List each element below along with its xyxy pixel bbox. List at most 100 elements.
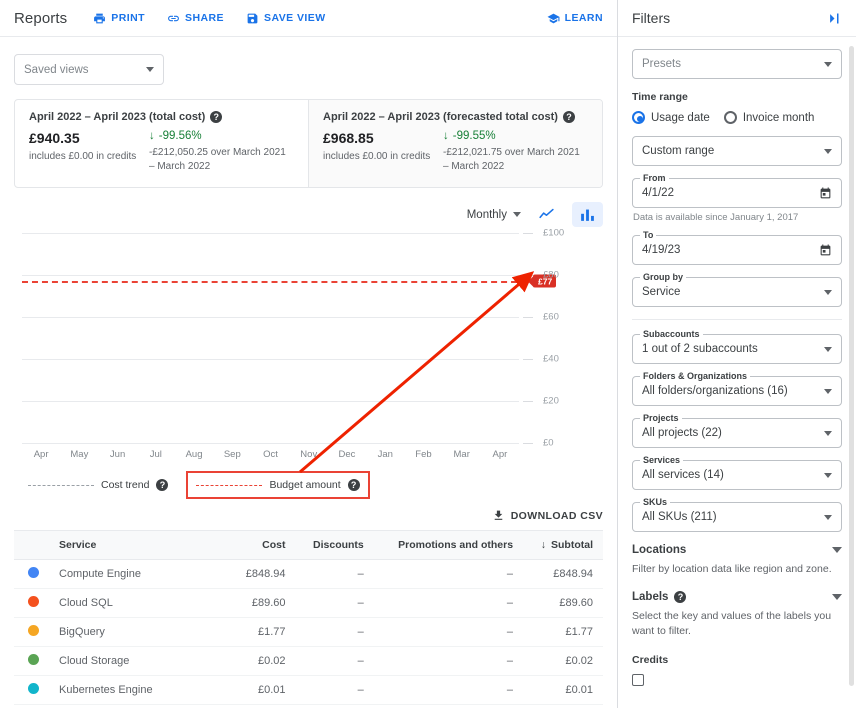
chart-y-tick-label: £100 — [543, 228, 564, 239]
chevron-down-icon — [824, 473, 832, 478]
saved-views-select[interactable]: Saved views — [14, 54, 164, 85]
chart-x-tick-label: Mar — [443, 445, 481, 465]
chart-plot-area: £77 £0£20£40£60£80£100 — [22, 233, 519, 443]
filters-title: Filters — [632, 10, 670, 26]
help-icon[interactable]: ? — [563, 111, 575, 123]
table-row[interactable]: Cloud Memorystore for Redis£0.01––£0.01 — [14, 705, 603, 708]
row-subtotal: £1.77 — [523, 618, 603, 647]
calendar-icon[interactable] — [819, 244, 832, 257]
from-date-value: 4/1/22 — [642, 187, 674, 199]
table-row[interactable]: BigQuery£1.77––£1.77 — [14, 618, 603, 647]
help-icon[interactable]: ? — [156, 479, 168, 491]
chevron-down-icon — [824, 62, 832, 67]
chart-x-tick-label: Dec — [328, 445, 366, 465]
chart-y-tick-label: £20 — [543, 396, 559, 407]
group-by-select[interactable]: Group by Service — [632, 277, 842, 307]
table-row[interactable]: Cloud Storage£0.02––£0.02 — [14, 647, 603, 676]
subtotal-sort[interactable]: ↓ Subtotal — [541, 539, 593, 551]
legend-budget-amount[interactable]: Budget amount ? — [186, 471, 369, 499]
chevron-down-icon — [824, 515, 832, 520]
skus-value: All SKUs (211) — [642, 511, 717, 523]
credits-checkbox-row[interactable] — [632, 674, 842, 686]
col-discounts[interactable]: Discounts — [296, 531, 374, 560]
skus-select[interactable]: SKUs All SKUs (211) — [632, 502, 842, 532]
row-subtotal: £0.02 — [523, 647, 603, 676]
table-row[interactable]: Cloud SQL£89.60––£89.60 — [14, 589, 603, 618]
row-color-cell — [14, 647, 49, 676]
from-date-helper: Data is available since January 1, 2017 — [633, 212, 842, 223]
row-color-cell — [14, 705, 49, 708]
chart-gridline — [22, 443, 519, 444]
chart-x-tick-label: Oct — [251, 445, 289, 465]
table-row[interactable]: Kubernetes Engine£0.01––£0.01 — [14, 676, 603, 705]
line-chart-toggle[interactable] — [531, 202, 562, 227]
download-csv-button[interactable]: DOWNLOAD CSV — [492, 509, 603, 522]
learn-button[interactable]: LEARN — [547, 12, 603, 25]
row-discounts: – — [296, 676, 374, 705]
service-color-dot — [28, 567, 39, 578]
folders-organizations-label: Folders & Organizations — [640, 371, 750, 381]
chevron-down-icon — [824, 347, 832, 352]
checkbox-icon[interactable] — [632, 674, 644, 686]
cost-trend-line — [22, 233, 519, 443]
col-service[interactable]: Service — [49, 531, 229, 560]
legend-cost-trend[interactable]: Cost trend ? — [20, 473, 176, 497]
billing-reports-app: Reports PRINT SHARE SAVE VIEW LEARN — [0, 0, 856, 708]
row-cost: £0.02 — [229, 647, 295, 676]
filters-header: Filters — [618, 0, 856, 37]
reports-content: Saved views April 2022 – April 2023 (tot… — [0, 37, 617, 708]
save-view-button[interactable]: SAVE VIEW — [246, 12, 326, 25]
radio-usage-date[interactable]: Usage date — [632, 111, 710, 124]
col-subtotal[interactable]: ↓ Subtotal — [523, 531, 603, 560]
help-icon[interactable]: ? — [210, 111, 222, 123]
bar-chart-toggle[interactable] — [572, 202, 603, 227]
chart-x-tick-label: Jan — [366, 445, 404, 465]
subaccounts-select[interactable]: Subaccounts 1 out of 2 subaccounts — [632, 334, 842, 364]
filters-scrollbar[interactable] — [849, 46, 854, 686]
col-promotions[interactable]: Promotions and others — [374, 531, 523, 560]
table-row[interactable]: Compute Engine£848.94––£848.94 — [14, 560, 603, 589]
total-cost-right: ↓ -99.56% -£212,050.25 over March 2021 –… — [149, 130, 294, 173]
total-cost-title-row: April 2022 – April 2023 (total cost) ? — [29, 111, 294, 123]
chart-tick-mark — [523, 443, 533, 444]
print-button[interactable]: PRINT — [93, 12, 145, 25]
radio-unselected-icon — [724, 111, 737, 124]
cost-chart: £77 £0£20£40£60£80£100 AprMayJunJulAugSe… — [14, 233, 603, 465]
labels-section-toggle[interactable]: Labels ? — [632, 591, 842, 603]
folders-organizations-select[interactable]: Folders & Organizations All folders/orga… — [632, 376, 842, 406]
share-button[interactable]: SHARE — [167, 12, 224, 25]
printer-icon — [93, 12, 106, 25]
total-cost-left: £940.35 includes £0.00 in credits — [29, 130, 149, 173]
custom-range-select[interactable]: Custom range — [632, 136, 842, 166]
time-range-radios: Usage date Invoice month — [632, 111, 842, 124]
projects-select[interactable]: Projects All projects (22) — [632, 418, 842, 448]
labels-title: Labels — [632, 591, 668, 603]
chevron-down-icon — [824, 431, 832, 436]
help-icon[interactable]: ? — [348, 479, 360, 491]
total-cost-amount: £940.35 — [29, 130, 149, 146]
chart-x-tick-label: Feb — [404, 445, 442, 465]
sort-arrow-icon: ↓ — [541, 539, 546, 551]
granularity-select[interactable]: Monthly — [467, 209, 521, 221]
folders-organizations-value: All folders/organizations (16) — [642, 385, 788, 397]
services-select[interactable]: Services All services (14) — [632, 460, 842, 490]
row-discounts: – — [296, 560, 374, 589]
from-date-field[interactable]: From 4/1/22 — [632, 178, 842, 208]
chart-gridline — [22, 401, 519, 402]
row-promotions: – — [374, 589, 523, 618]
chart-controls: Monthly — [14, 202, 603, 227]
chart-x-tick-label: Nov — [290, 445, 328, 465]
radio-invoice-month[interactable]: Invoice month — [724, 111, 815, 124]
presets-select[interactable]: Presets — [632, 49, 842, 79]
calendar-icon[interactable] — [819, 187, 832, 200]
help-icon[interactable]: ? — [674, 591, 686, 603]
to-date-field[interactable]: To 4/19/23 — [632, 235, 842, 265]
col-cost[interactable]: Cost — [229, 531, 295, 560]
row-cost: £848.94 — [229, 560, 295, 589]
services-label: Services — [640, 455, 683, 465]
locations-section-toggle[interactable]: Locations — [632, 544, 842, 556]
row-cost: £89.60 — [229, 589, 295, 618]
chart-x-tick-label: Aug — [175, 445, 213, 465]
dashed-line-icon — [28, 485, 94, 486]
collapse-panel-icon[interactable] — [827, 11, 842, 26]
